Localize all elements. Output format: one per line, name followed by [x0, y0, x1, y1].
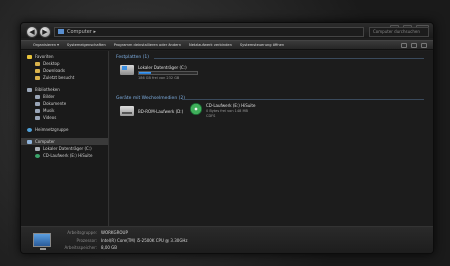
nav-item-desktop[interactable]: Desktop: [21, 60, 108, 67]
nav-label: Computer: [35, 139, 55, 144]
drive-c-name: Lokaler Datenträger (C:): [138, 65, 187, 70]
videos-icon: [35, 115, 40, 120]
drive-c-usage-fill: [139, 72, 151, 74]
documents-icon: [35, 101, 40, 106]
memory-row: Arbeitsspeicher: 8,00 GB: [61, 245, 118, 250]
nav-item-drive-c[interactable]: Lokaler Datenträger (C:): [21, 145, 108, 152]
section-divider: [182, 99, 424, 100]
nav-label: Lokaler Datenträger (C:): [43, 146, 92, 151]
hard-drive-icon: [120, 65, 134, 75]
drive-c-tile[interactable]: Lokaler Datenträger (C:) 186 GB frei von…: [120, 65, 270, 85]
nav-label: Videos: [43, 115, 57, 120]
drive-e-filesystem: CDFS: [206, 114, 216, 118]
drive-d-tile[interactable]: BD-ROM-Laufwerk (D:): [120, 106, 200, 122]
nav-label: Zuletzt besucht: [43, 75, 75, 80]
nav-label: Bibliotheken: [35, 87, 60, 92]
map-network-drive-button[interactable]: Netzlaufwerk verbinden: [189, 43, 232, 47]
music-icon: [35, 108, 40, 113]
back-button[interactable]: ◀: [26, 26, 38, 38]
explorer-window: ◀ ▶ Computer ▸ Computer durchsuchen Orga…: [20, 22, 434, 254]
processor-row: Prozessor: Intel(R) Core(TM) i5-2500K CPU…: [61, 238, 188, 243]
workgroup-label: Arbeitsgruppe:: [67, 230, 97, 235]
search-input[interactable]: Computer durchsuchen: [369, 27, 429, 37]
nav-libraries[interactable]: Bibliotheken: [21, 86, 108, 93]
processor-value: Intel(R) Core(TM) i5-2500K CPU @ 3.30GHz: [101, 238, 188, 243]
drive-e-free-space: 0 Bytes frei von 148 MB: [206, 109, 248, 113]
address-path: Computer ▸: [67, 29, 96, 35]
nav-label: Bilder: [43, 94, 55, 99]
workgroup-value: WORKGROUP: [101, 230, 128, 235]
content-pane: Festplatten (1) Lokaler Datenträger (C:)…: [110, 51, 433, 226]
nav-item-drive-e[interactable]: CD-Laufwerk (E:) HiSuite: [21, 152, 108, 159]
nav-item-recent[interactable]: Zuletzt besucht: [21, 74, 108, 81]
library-icon: [27, 87, 32, 92]
nav-item-documents[interactable]: Dokumente: [21, 100, 108, 107]
nav-homegroup[interactable]: Heimnetzgruppe: [21, 126, 108, 133]
memory-label: Arbeitsspeicher:: [64, 245, 97, 250]
star-icon: [27, 54, 32, 59]
nav-label: CD-Laufwerk (E:) HiSuite: [43, 153, 93, 158]
address-bar[interactable]: Computer ▸: [54, 27, 364, 37]
removable-section-header[interactable]: Geräte mit Wechselmedien (2): [116, 96, 185, 101]
nav-label: Downloads: [43, 68, 65, 73]
forward-button[interactable]: ▶: [39, 26, 51, 38]
open-control-panel-button[interactable]: Systemsteuerung öffnen: [240, 43, 284, 47]
memory-value: 8,00 GB: [101, 245, 118, 250]
computer-icon: [58, 29, 64, 34]
workgroup-row: Arbeitsgruppe: WORKGROUP: [61, 230, 128, 235]
cd-icon: [190, 103, 202, 115]
cd-icon: [35, 153, 40, 158]
organize-button[interactable]: Organisieren ▾: [33, 43, 59, 47]
drive-icon: [35, 146, 40, 151]
nav-favorites[interactable]: Favoriten: [21, 53, 108, 60]
nav-label: Favoriten: [35, 54, 54, 59]
drive-c-free-space: 186 GB frei von 232 GB: [138, 76, 180, 80]
pictures-icon: [35, 94, 40, 99]
navigation-pane: Favoriten Desktop Downloads Zuletzt besu…: [21, 51, 109, 226]
details-pane: Arbeitsgruppe: WORKGROUP Prozessor: Intel(…: [21, 226, 433, 253]
command-bar: Organisieren ▾ Systemeigenschaften Progr…: [21, 40, 433, 50]
nav-label: Heimnetzgruppe: [35, 127, 69, 132]
drive-e-tile[interactable]: CD-Laufwerk (E:) HiSuite 0 Bytes frei vo…: [190, 103, 300, 125]
help-icon[interactable]: [421, 43, 427, 48]
uninstall-program-button[interactable]: Programm deinstallieren oder ändern: [114, 43, 181, 47]
nav-label: Musik: [43, 108, 55, 113]
nav-computer[interactable]: Computer: [21, 138, 108, 145]
search-placeholder: Computer durchsuchen: [373, 29, 420, 34]
nav-item-videos[interactable]: Videos: [21, 114, 108, 121]
address-row: ◀ ▶ Computer ▸ Computer durchsuchen: [21, 26, 433, 39]
hdd-section-header[interactable]: Festplatten (1): [116, 55, 149, 60]
drive-c-usage-bar: [138, 71, 198, 75]
nav-item-music[interactable]: Musik: [21, 107, 108, 114]
nav-item-pictures[interactable]: Bilder: [21, 93, 108, 100]
nav-label: Dokumente: [43, 101, 67, 106]
section-divider: [154, 58, 424, 59]
system-properties-button[interactable]: Systemeigenschaften: [67, 43, 106, 47]
computer-icon: [27, 139, 32, 144]
nav-label: Desktop: [43, 61, 60, 66]
recent-places-icon: [35, 75, 40, 80]
downloads-icon: [35, 68, 40, 73]
processor-label: Prozessor:: [76, 238, 97, 243]
drive-e-name: CD-Laufwerk (E:) HiSuite: [206, 103, 256, 108]
desktop-icon: [35, 61, 40, 66]
homegroup-icon: [27, 127, 32, 132]
nav-item-downloads[interactable]: Downloads: [21, 67, 108, 74]
view-options-icon[interactable]: [401, 43, 407, 48]
drive-d-name: BD-ROM-Laufwerk (D:): [138, 109, 184, 114]
computer-monitor-icon: [33, 233, 51, 250]
preview-pane-icon[interactable]: [411, 43, 417, 48]
bd-rom-icon: [120, 106, 134, 116]
